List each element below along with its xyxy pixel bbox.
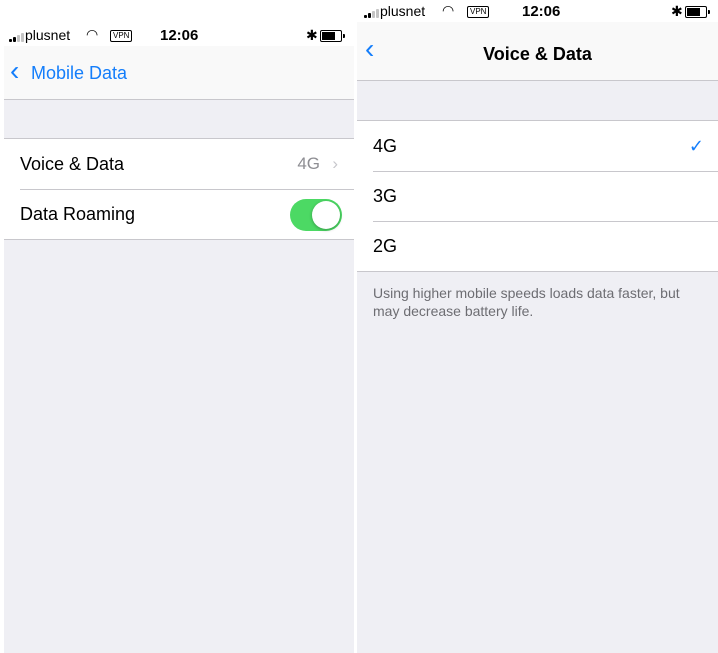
bluetooth-icon: ✱ — [671, 3, 683, 19]
status-time: 12:06 — [522, 3, 561, 20]
voice-data-row[interactable]: Voice & Data 4G › — [4, 139, 354, 189]
option-3g-row[interactable]: 3G — [357, 171, 718, 221]
row-label: Voice & Data — [20, 154, 125, 174]
navigation-bar: ‹ Voice & Data — [357, 22, 718, 81]
wifi-icon: ◠ — [86, 26, 99, 42]
data-roaming-toggle[interactable] — [290, 199, 342, 231]
status-bar: plusnet ◠ VPN 12:06 ✱ — [357, 0, 718, 22]
option-label: 3G — [373, 186, 398, 206]
vpn-badge: VPN — [110, 30, 133, 42]
chevron-right-icon: › — [332, 154, 338, 173]
signal-strength-icon — [9, 33, 24, 42]
back-chevron-icon[interactable]: ‹ — [10, 57, 19, 85]
page-title: Voice & Data — [483, 44, 592, 64]
footer-note: Using higher mobile speeds loads data fa… — [373, 285, 680, 319]
mobile-data-screen: plusnet ◠ VPN 12:06 ✱ ‹ Mobile Data Voic… — [4, 24, 354, 653]
signal-strength-icon — [364, 9, 379, 18]
data-roaming-row: Data Roaming — [4, 189, 354, 239]
settings-group: Voice & Data 4G › Data Roaming — [4, 138, 354, 240]
battery-icon — [685, 6, 710, 18]
option-2g-row[interactable]: 2G — [357, 221, 718, 271]
option-4g-row[interactable]: 4G ✓ — [357, 121, 718, 171]
status-time: 12:06 — [160, 27, 199, 44]
carrier-name: plusnet — [25, 27, 71, 43]
row-value: 4G — [297, 154, 320, 173]
carrier-name: plusnet — [380, 3, 426, 19]
vpn-badge: VPN — [467, 6, 490, 18]
voice-data-screen: plusnet ◠ VPN 12:06 ✱ ‹ Voice & Data 4G … — [357, 0, 718, 653]
back-button[interactable]: Mobile Data — [31, 63, 127, 84]
bluetooth-icon: ✱ — [306, 27, 318, 43]
option-label: 2G — [373, 236, 398, 256]
row-label: Data Roaming — [20, 204, 136, 224]
network-options-group: 4G ✓ 3G 2G — [357, 120, 718, 272]
toggle-knob — [312, 201, 340, 229]
option-label: 4G — [373, 136, 398, 156]
status-bar: plusnet ◠ VPN 12:06 ✱ — [4, 24, 354, 46]
wifi-icon: ◠ — [442, 2, 455, 18]
checkmark-icon: ✓ — [688, 136, 704, 156]
battery-icon — [320, 30, 345, 42]
navigation-bar: ‹ Mobile Data — [4, 46, 354, 100]
